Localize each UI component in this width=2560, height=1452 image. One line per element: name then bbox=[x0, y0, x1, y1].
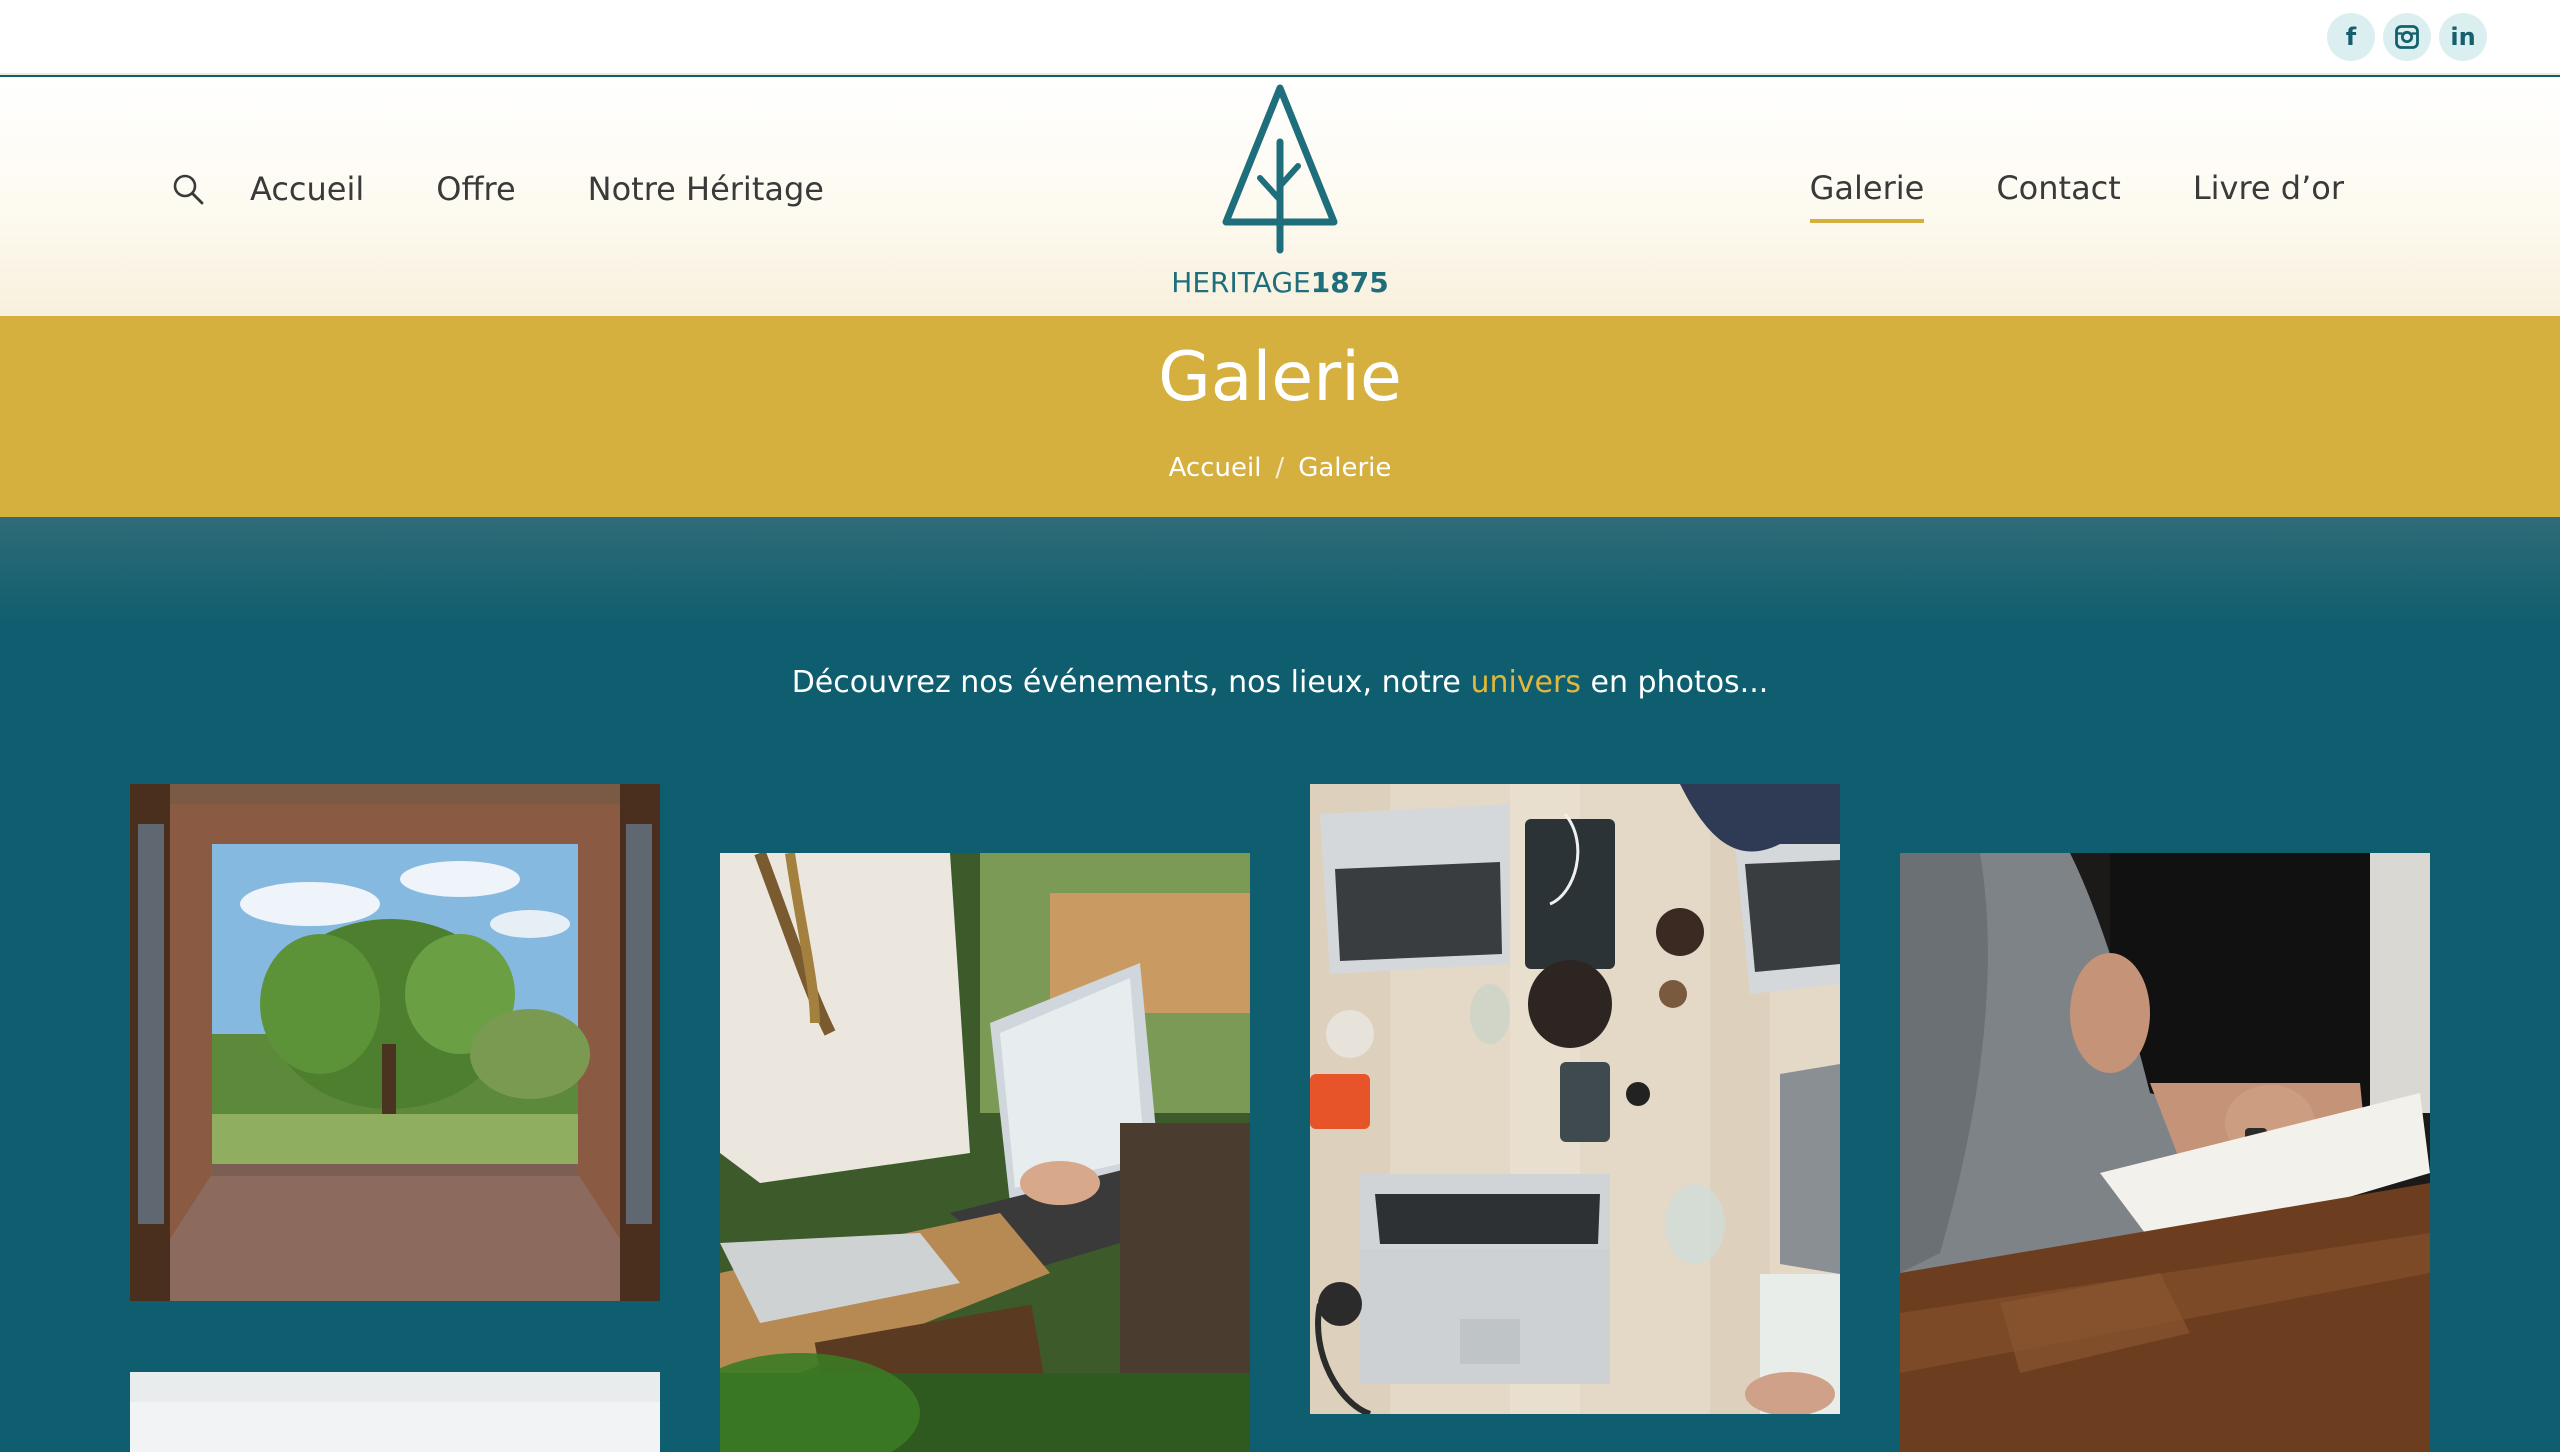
instagram-icon[interactable] bbox=[2383, 13, 2431, 61]
logo-number: 1875 bbox=[1310, 266, 1389, 299]
logo-word: HERITAGE bbox=[1171, 266, 1311, 299]
page-title-banner: Galerie Accueil / Galerie bbox=[0, 316, 2560, 517]
photo-conversation-image bbox=[1900, 853, 2430, 1452]
nav-accueil[interactable]: Accueil bbox=[250, 170, 364, 208]
facebook-icon[interactable]: f bbox=[2327, 13, 2375, 61]
nav-notre-heritage[interactable]: Notre Héritage bbox=[588, 170, 824, 208]
search-button[interactable] bbox=[168, 169, 208, 209]
nav-left: Accueil Offre Notre Héritage bbox=[168, 169, 896, 209]
photo-light-image bbox=[130, 1372, 660, 1452]
intro-text-end: en photos... bbox=[1580, 665, 1769, 700]
gallery-photo-desk-overhead[interactable] bbox=[1310, 784, 1840, 1414]
nav-galerie[interactable]: Galerie bbox=[1809, 169, 1924, 223]
site-logo[interactable]: HERITAGE1875 bbox=[1160, 82, 1400, 302]
site-header: Accueil Offre Notre Héritage HERITAGE187… bbox=[0, 77, 2560, 316]
gallery-section: Découvrez nos événements, nos lieux, not… bbox=[0, 517, 2560, 1452]
breadcrumb-home[interactable]: Accueil bbox=[1169, 453, 1262, 483]
photo-desk-overhead-image bbox=[1310, 784, 1840, 1414]
top-bar: f in bbox=[0, 0, 2560, 75]
breadcrumb-separator: / bbox=[1275, 453, 1285, 483]
photo-meeting-laptop-image bbox=[720, 853, 1250, 1452]
nav-offre[interactable]: Offre bbox=[436, 170, 515, 208]
nav-right: Galerie Contact Livre d’or bbox=[1738, 169, 2344, 223]
tree-logo-icon bbox=[1222, 84, 1338, 254]
logo-wordmark: HERITAGE1875 bbox=[1160, 266, 1400, 299]
photo-door-garden-image bbox=[130, 784, 660, 1301]
social-links: f in bbox=[2327, 13, 2487, 61]
linkedin-label: in bbox=[2450, 23, 2476, 51]
gallery-photo-light[interactable] bbox=[130, 1372, 660, 1452]
gallery-intro: Découvrez nos événements, nos lieux, not… bbox=[0, 665, 2560, 700]
instagram-glyph bbox=[2395, 25, 2419, 49]
breadcrumb-current: Galerie bbox=[1298, 453, 1392, 483]
intro-text-start: Découvrez nos événements, nos lieux, not… bbox=[791, 665, 1471, 700]
gallery-photo-door-garden[interactable] bbox=[130, 784, 660, 1301]
facebook-label: f bbox=[2345, 23, 2357, 51]
breadcrumb: Accueil / Galerie bbox=[0, 453, 2560, 483]
nav-contact[interactable]: Contact bbox=[1996, 169, 2121, 207]
linkedin-icon[interactable]: in bbox=[2439, 13, 2487, 61]
search-icon bbox=[173, 174, 204, 205]
intro-accent: univers bbox=[1470, 665, 1581, 700]
page-title: Galerie bbox=[1158, 338, 1402, 417]
nav-livre-dor[interactable]: Livre d’or bbox=[2193, 169, 2344, 207]
gallery-photo-meeting-laptop[interactable] bbox=[720, 853, 1250, 1452]
gallery-photo-conversation[interactable] bbox=[1900, 853, 2430, 1452]
